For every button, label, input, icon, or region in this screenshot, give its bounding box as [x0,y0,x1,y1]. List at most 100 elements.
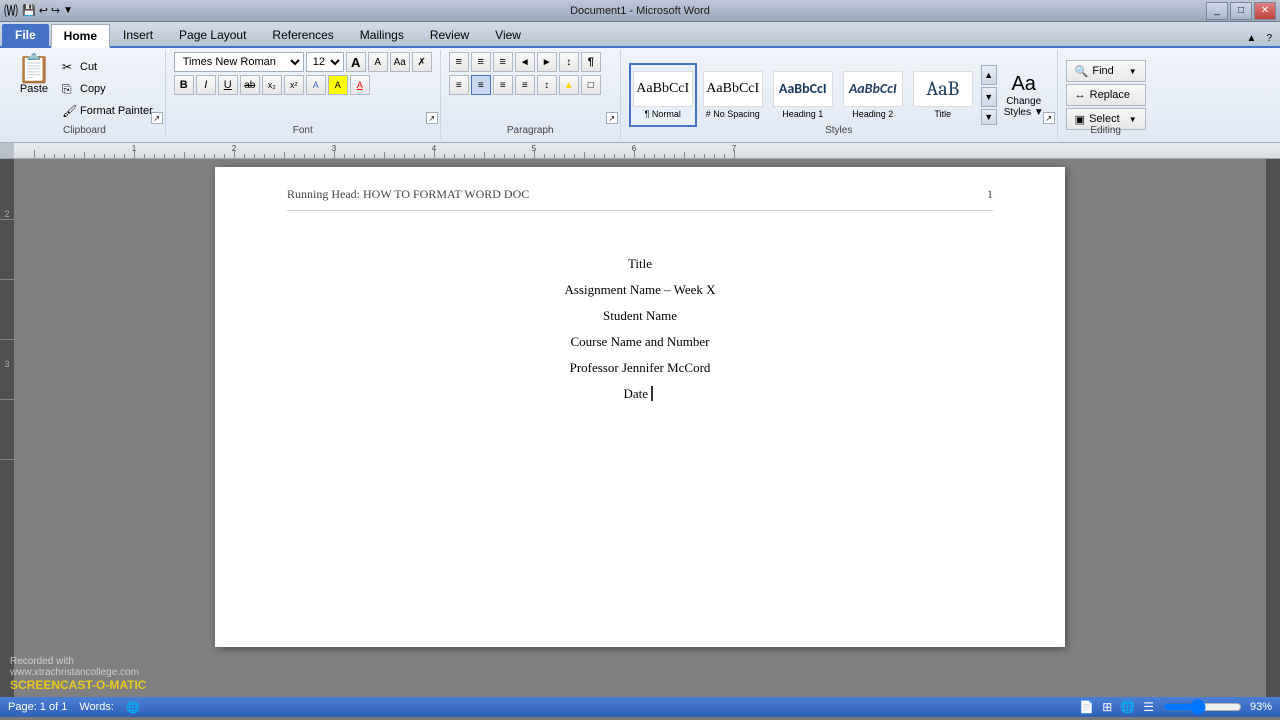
clear-format-button[interactable]: ✗ [412,52,432,72]
paragraph-label: Paragraph [441,125,620,136]
style-title[interactable]: AaB Title [909,63,977,127]
title-bar: 🄦 💾 ↩ ↪ ▼ Document1 - Microsoft Word _ □… [0,0,1280,22]
ribbon-collapse-icon[interactable]: ▲ [1241,31,1263,46]
view-fullscreen-icon[interactable]: ⊞ [1102,700,1112,714]
paste-icon: 📋 [17,55,52,83]
document-area: 2 3 Running Head: HOW TO FORMAT WORD DOC… [0,159,1280,697]
page-status: Page: 1 of 1 [8,701,67,713]
cut-button[interactable]: ✂ Cut [58,56,157,78]
borders-button[interactable]: □ [581,75,601,95]
cut-label: Cut [80,61,97,73]
title-bar-left: 🄦 💾 ↩ ↪ ▼ [4,1,73,21]
undo-icon[interactable]: ↩ [39,4,48,17]
bold-button[interactable]: B [174,75,194,95]
minimize-button[interactable]: _ [1206,2,1228,20]
font-grow-button[interactable]: A [346,52,366,72]
font-family-select[interactable]: Times New Roman [174,52,304,72]
decrease-indent-button[interactable]: ◄ [515,52,535,72]
replace-label: Replace [1090,89,1130,101]
show-hide-button[interactable]: ¶ [581,52,601,72]
status-bar: Page: 1 of 1 Words: 🌐 📄 ⊞ 🌐 ☰ 93% [0,697,1280,717]
document-page: Running Head: HOW TO FORMAT WORD DOC 1 T… [215,167,1065,647]
numbering-button[interactable]: ≡ [471,52,491,72]
paragraph-row2: ≡ ≡ ≡ ≡ ↕ ▲ □ [449,75,601,95]
superscript-button[interactable]: x² [284,75,304,95]
help-icon[interactable]: ? [1262,31,1276,46]
style-normal[interactable]: AaBbCcI ¶ Normal [629,63,697,127]
cut-icon: ✂ [62,60,76,74]
replace-button[interactable]: ↔ Replace [1066,84,1146,106]
view-print-icon[interactable]: 📄 [1079,700,1094,714]
change-styles-icon: Aa [1011,73,1035,96]
find-label: Find [1092,65,1113,77]
format-painter-label: Format Painter [80,105,153,117]
view-web-icon[interactable]: 🌐 [1120,700,1135,714]
increase-indent-button[interactable]: ► [537,52,557,72]
tab-references[interactable]: References [259,24,346,46]
paste-label: Paste [20,83,48,95]
clipboard-small-buttons: ✂ Cut ⎘ Copy 🖌 Format Painter [58,52,157,122]
align-left-button[interactable]: ≡ [449,75,469,95]
underline-button[interactable]: U [218,75,238,95]
redo-icon[interactable]: ↪ [51,4,60,17]
font-size-select[interactable]: 12 [306,52,344,72]
line-spacing-button[interactable]: ↕ [537,75,557,95]
style-heading1-preview: AaBbCcI [773,71,833,107]
window-controls[interactable]: _ □ ✕ [1206,2,1276,20]
font-color-button[interactable]: A [350,75,370,95]
tab-page-layout[interactable]: Page Layout [166,24,259,46]
watermark-line1: Recorded with [10,656,146,667]
copy-button[interactable]: ⎘ Copy [58,78,157,100]
justify-button[interactable]: ≡ [515,75,535,95]
font-expand-button[interactable]: ↗ [426,112,438,124]
styles-expand-button[interactable]: ↗ [1043,112,1055,124]
watermark-logo: SCREENCAST-O-MATIC [10,678,146,692]
paste-button[interactable]: 📋 Paste [12,52,56,98]
tab-mailings[interactable]: Mailings [347,24,417,46]
subscript-button[interactable]: x₂ [262,75,282,95]
font-shrink-button[interactable]: A [368,52,388,72]
ruler-left [0,143,14,158]
styles-more[interactable]: ▼ [981,109,997,125]
maximize-button[interactable]: □ [1230,2,1252,20]
tab-view[interactable]: View [482,24,534,46]
styles-scroll-up[interactable]: ▲ [981,65,997,85]
paragraph-expand-button[interactable]: ↗ [606,112,618,124]
document-scroll[interactable]: Running Head: HOW TO FORMAT WORD DOC 1 T… [14,159,1266,697]
align-right-button[interactable]: ≡ [493,75,513,95]
text-highlight-button[interactable]: A [328,75,348,95]
tab-insert[interactable]: Insert [110,24,166,46]
text-effects-button[interactable]: A [306,75,326,95]
copy-label: Copy [80,83,106,95]
window-title: Document1 - Microsoft Word [570,5,710,17]
align-center-button[interactable]: ≡ [471,75,491,95]
strikethrough-button[interactable]: ab [240,75,260,95]
italic-button[interactable]: I [196,75,216,95]
style-heading2[interactable]: AaBbCcI Heading 2 [839,63,907,127]
sort-button[interactable]: ↕ [559,52,579,72]
style-heading1[interactable]: AaBbCcI Heading 1 [769,63,837,127]
view-outline-icon[interactable]: ☰ [1143,700,1154,714]
find-button[interactable]: 🔍 Find ▼ [1066,60,1146,82]
word-count: Words: [79,701,114,713]
multilevel-button[interactable]: ≡ [493,52,513,72]
change-styles-button[interactable]: Aa ChangeStyles ▼ [999,65,1049,125]
change-case-button[interactable]: Aa [390,52,410,72]
style-no-spacing[interactable]: AaBbCcI # No Spacing [699,63,767,127]
format-painter-button[interactable]: 🖌 Format Painter [58,100,157,122]
close-button[interactable]: ✕ [1254,2,1276,20]
styles-scroll-down[interactable]: ▼ [981,87,997,107]
ruler: 1234567 [14,143,1280,158]
page-content[interactable]: Title Assignment Name – Week X Student N… [287,251,993,407]
save-icon[interactable]: 💾 [22,4,36,17]
bullets-button[interactable]: ≡ [449,52,469,72]
zoom-slider[interactable] [1162,701,1242,713]
tab-home[interactable]: Home [51,24,110,48]
clipboard-expand-button[interactable]: ↗ [151,112,163,124]
style-no-spacing-label: # No Spacing [706,109,760,119]
tab-review[interactable]: Review [417,24,482,46]
tab-file[interactable]: File [2,24,49,46]
shading-button[interactable]: ▲ [559,75,579,95]
customize-icon[interactable]: ▼ [63,5,73,16]
clipboard-label: Clipboard [4,125,165,136]
